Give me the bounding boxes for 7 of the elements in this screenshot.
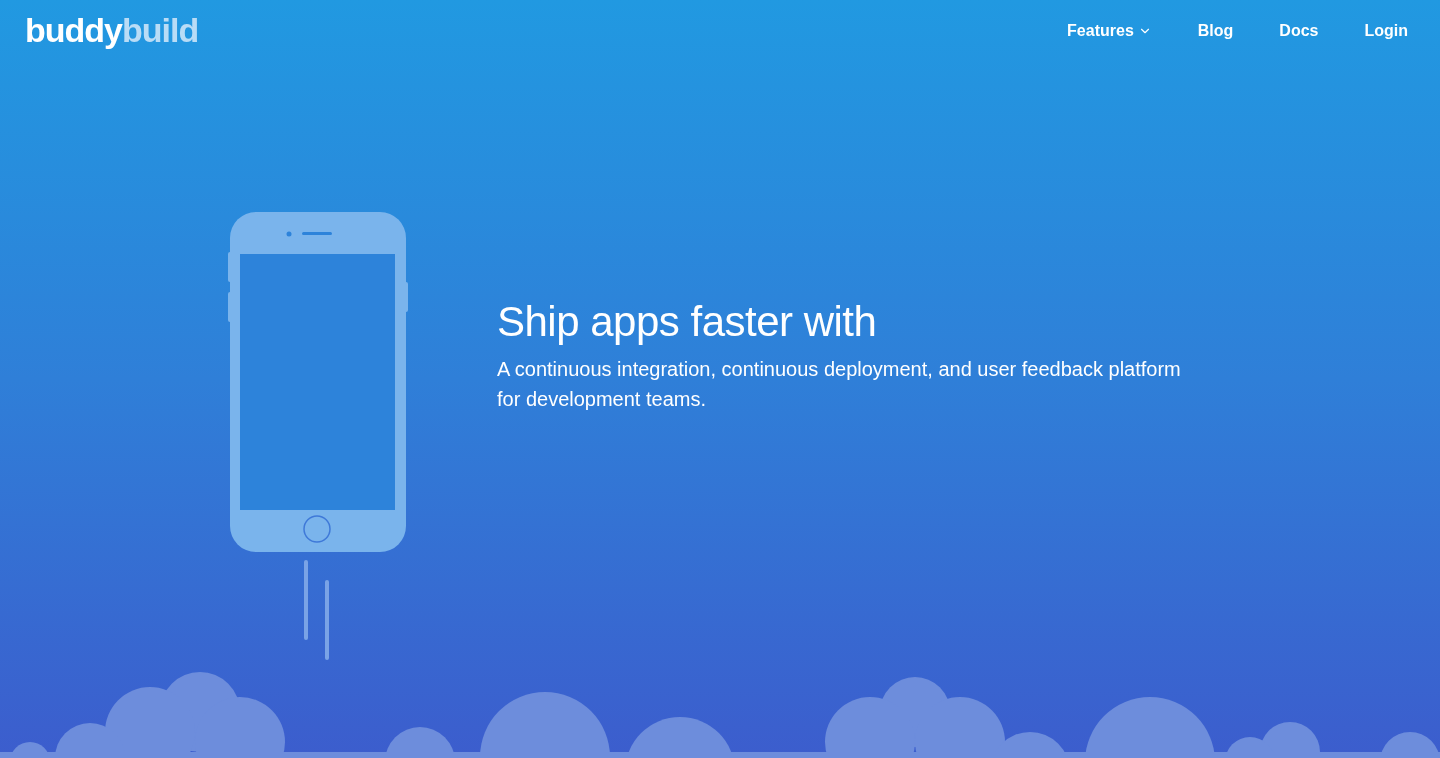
nav-dropdown[interactable]: Features bbox=[1067, 19, 1152, 43]
logo[interactable]: buddybuild bbox=[25, 13, 199, 47]
nav-link[interactable]: Login bbox=[1364, 19, 1408, 43]
nav-link[interactable]: Blog bbox=[1197, 19, 1234, 43]
hero-subtitle: A continuous integration, continuous deployment, and user feedback platform for development teams. bbox=[497, 357, 1182, 412]
hero-title: Ship apps faster with bbox=[497, 297, 878, 347]
nav-link[interactable]: Docs bbox=[1279, 19, 1319, 43]
